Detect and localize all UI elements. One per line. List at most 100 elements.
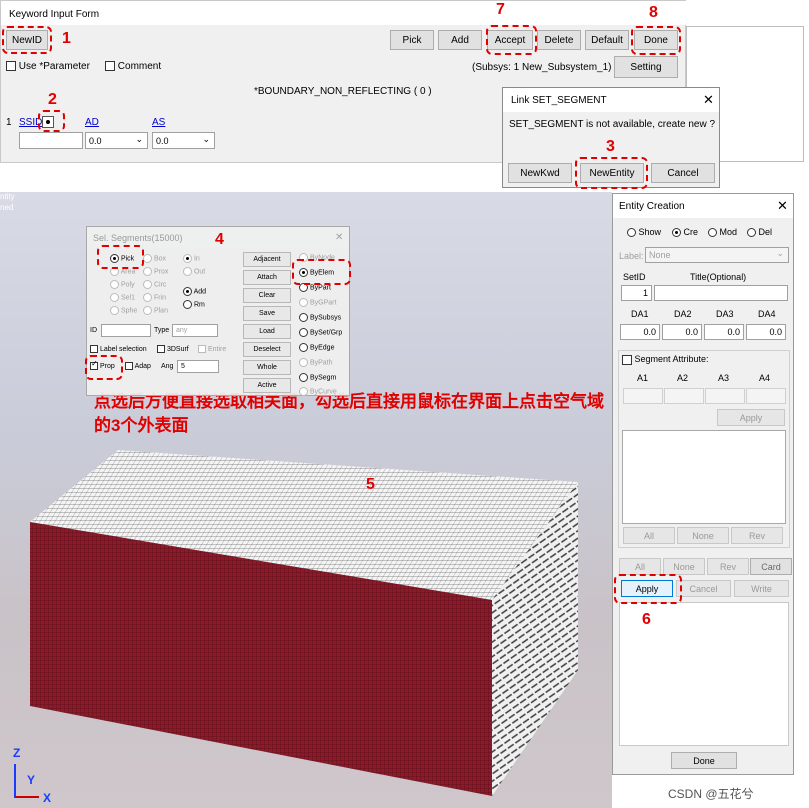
a1-input[interactable] bbox=[623, 388, 663, 404]
cre-radio[interactable] bbox=[672, 228, 681, 238]
newkwd-button[interactable]: NewKwd bbox=[508, 163, 572, 183]
setid-input[interactable]: 1 bbox=[621, 285, 652, 301]
da1-input[interactable]: 0.0 bbox=[620, 324, 660, 340]
plan-radio[interactable] bbox=[143, 306, 152, 315]
use-parameter-checkbox[interactable] bbox=[6, 61, 16, 72]
list-none-button[interactable]: None bbox=[677, 527, 729, 544]
out-radio[interactable] bbox=[183, 267, 192, 276]
deselect-button[interactable]: Deselect bbox=[243, 342, 291, 357]
adjacent-button[interactable]: Adjacent bbox=[243, 252, 291, 267]
cancel-button[interactable]: Cancel bbox=[651, 163, 715, 183]
bycurve-option[interactable]: ByCurve bbox=[299, 387, 337, 396]
plan-option[interactable]: Plan bbox=[143, 306, 168, 315]
byedge-radio[interactable] bbox=[299, 343, 308, 352]
as-select[interactable]: 0.0 ⌄ bbox=[152, 132, 215, 149]
mode-show-option[interactable]: Show bbox=[627, 227, 661, 238]
delete-button[interactable]: Delete bbox=[537, 30, 581, 50]
bypath-option[interactable]: ByPath bbox=[299, 358, 333, 367]
close-icon[interactable]: ✕ bbox=[335, 232, 343, 243]
bysubsys-radio[interactable] bbox=[299, 313, 308, 322]
pick-button[interactable]: Pick bbox=[390, 30, 434, 50]
poly-option[interactable]: Poly bbox=[110, 280, 135, 289]
byedge-option[interactable]: ByEdge bbox=[299, 343, 334, 352]
circ-radio[interactable] bbox=[143, 280, 152, 289]
mode-cre-option[interactable]: Cre bbox=[672, 227, 698, 238]
da4-input[interactable]: 0.0 bbox=[746, 324, 786, 340]
sphe-option[interactable]: Sphe bbox=[110, 306, 137, 315]
list-all-button[interactable]: All bbox=[623, 527, 675, 544]
del-radio[interactable] bbox=[747, 228, 756, 238]
mode-mod-option[interactable]: Mod bbox=[708, 227, 737, 238]
show-radio[interactable] bbox=[627, 228, 636, 238]
sel1-option[interactable]: Sel1 bbox=[110, 293, 135, 302]
label-selection-option[interactable]: Label selection bbox=[90, 345, 147, 353]
prox-option[interactable]: Prox bbox=[143, 267, 168, 276]
adap-checkbox[interactable] bbox=[125, 362, 133, 370]
bygpart-radio[interactable] bbox=[299, 298, 308, 307]
frin-radio[interactable] bbox=[143, 293, 152, 302]
entity-cancel-button[interactable]: Cancel bbox=[676, 580, 731, 597]
none-button[interactable]: None bbox=[663, 558, 705, 575]
da3-input[interactable]: 0.0 bbox=[704, 324, 744, 340]
ssid-input[interactable] bbox=[19, 132, 83, 149]
clear-button[interactable]: Clear bbox=[243, 288, 291, 303]
entity-done-button[interactable]: Done bbox=[671, 752, 737, 769]
add-option[interactable]: Add bbox=[183, 287, 206, 296]
comment-option[interactable]: Comment bbox=[105, 61, 161, 72]
a4-input[interactable] bbox=[746, 388, 786, 404]
a3-input[interactable] bbox=[705, 388, 745, 404]
attribute-apply-button[interactable]: Apply bbox=[717, 409, 785, 426]
frin-option[interactable]: Frin bbox=[143, 293, 166, 302]
active-button[interactable]: Active bbox=[243, 378, 291, 393]
type-select[interactable]: any bbox=[172, 324, 218, 337]
setting-button[interactable]: Setting bbox=[614, 56, 678, 78]
list-rev-button[interactable]: Rev bbox=[731, 527, 783, 544]
mode-del-option[interactable]: Del bbox=[747, 227, 772, 238]
comment-checkbox[interactable] bbox=[105, 61, 115, 72]
in-option[interactable]: In bbox=[183, 254, 200, 263]
close-icon[interactable]: ✕ bbox=[703, 92, 714, 108]
prox-radio[interactable] bbox=[143, 267, 152, 276]
title-input[interactable] bbox=[654, 285, 788, 301]
sphe-radio[interactable] bbox=[110, 306, 119, 315]
a2-input[interactable] bbox=[664, 388, 704, 404]
segment-attribute-checkbox[interactable] bbox=[622, 354, 632, 365]
bysubsys-option[interactable]: BySubsys bbox=[299, 313, 341, 322]
default-button[interactable]: Default bbox=[585, 30, 629, 50]
circ-option[interactable]: Circ bbox=[143, 280, 166, 289]
use-parameter-option[interactable]: Use *Parameter bbox=[6, 61, 90, 72]
whole-button[interactable]: Whole bbox=[243, 360, 291, 375]
ang-select[interactable]: 5 bbox=[177, 360, 219, 373]
3dsurf-checkbox[interactable] bbox=[157, 345, 165, 353]
write-button[interactable]: Write bbox=[734, 580, 789, 597]
bypath-radio[interactable] bbox=[299, 358, 308, 367]
in-radio[interactable] bbox=[183, 254, 192, 263]
entire-option[interactable]: Entire bbox=[198, 345, 226, 353]
save-button[interactable]: Save bbox=[243, 306, 291, 321]
segment-list[interactable] bbox=[622, 430, 786, 524]
bycurve-radio[interactable] bbox=[299, 387, 308, 396]
mod-radio[interactable] bbox=[708, 228, 717, 238]
close-icon[interactable]: ✕ bbox=[777, 198, 788, 214]
add-button[interactable]: Add bbox=[438, 30, 482, 50]
box-option[interactable]: Box bbox=[143, 254, 166, 263]
bysegm-radio[interactable] bbox=[299, 373, 308, 382]
bysetgrp-radio[interactable] bbox=[299, 328, 308, 337]
rev-button[interactable]: Rev bbox=[707, 558, 749, 575]
3dsurf-option[interactable]: 3DSurf bbox=[157, 345, 189, 353]
bygpart-option[interactable]: ByGPart bbox=[299, 298, 336, 307]
rm-option[interactable]: Rm bbox=[183, 300, 205, 309]
rm-radio[interactable] bbox=[183, 300, 192, 309]
box-radio[interactable] bbox=[143, 254, 152, 263]
label-selection-checkbox[interactable] bbox=[90, 345, 98, 353]
da2-input[interactable]: 0.0 bbox=[662, 324, 702, 340]
sel1-radio[interactable] bbox=[110, 293, 119, 302]
all-button[interactable]: All bbox=[619, 558, 661, 575]
entire-checkbox[interactable] bbox=[198, 345, 206, 353]
label-select[interactable]: None ⌄ bbox=[645, 247, 789, 263]
ad-field-label[interactable]: AD bbox=[85, 117, 99, 128]
as-field-label[interactable]: AS bbox=[152, 117, 165, 128]
bysetgrp-option[interactable]: BySet/Grp bbox=[299, 328, 342, 337]
poly-radio[interactable] bbox=[110, 280, 119, 289]
ad-select[interactable]: 0.0 ⌄ bbox=[85, 132, 148, 149]
